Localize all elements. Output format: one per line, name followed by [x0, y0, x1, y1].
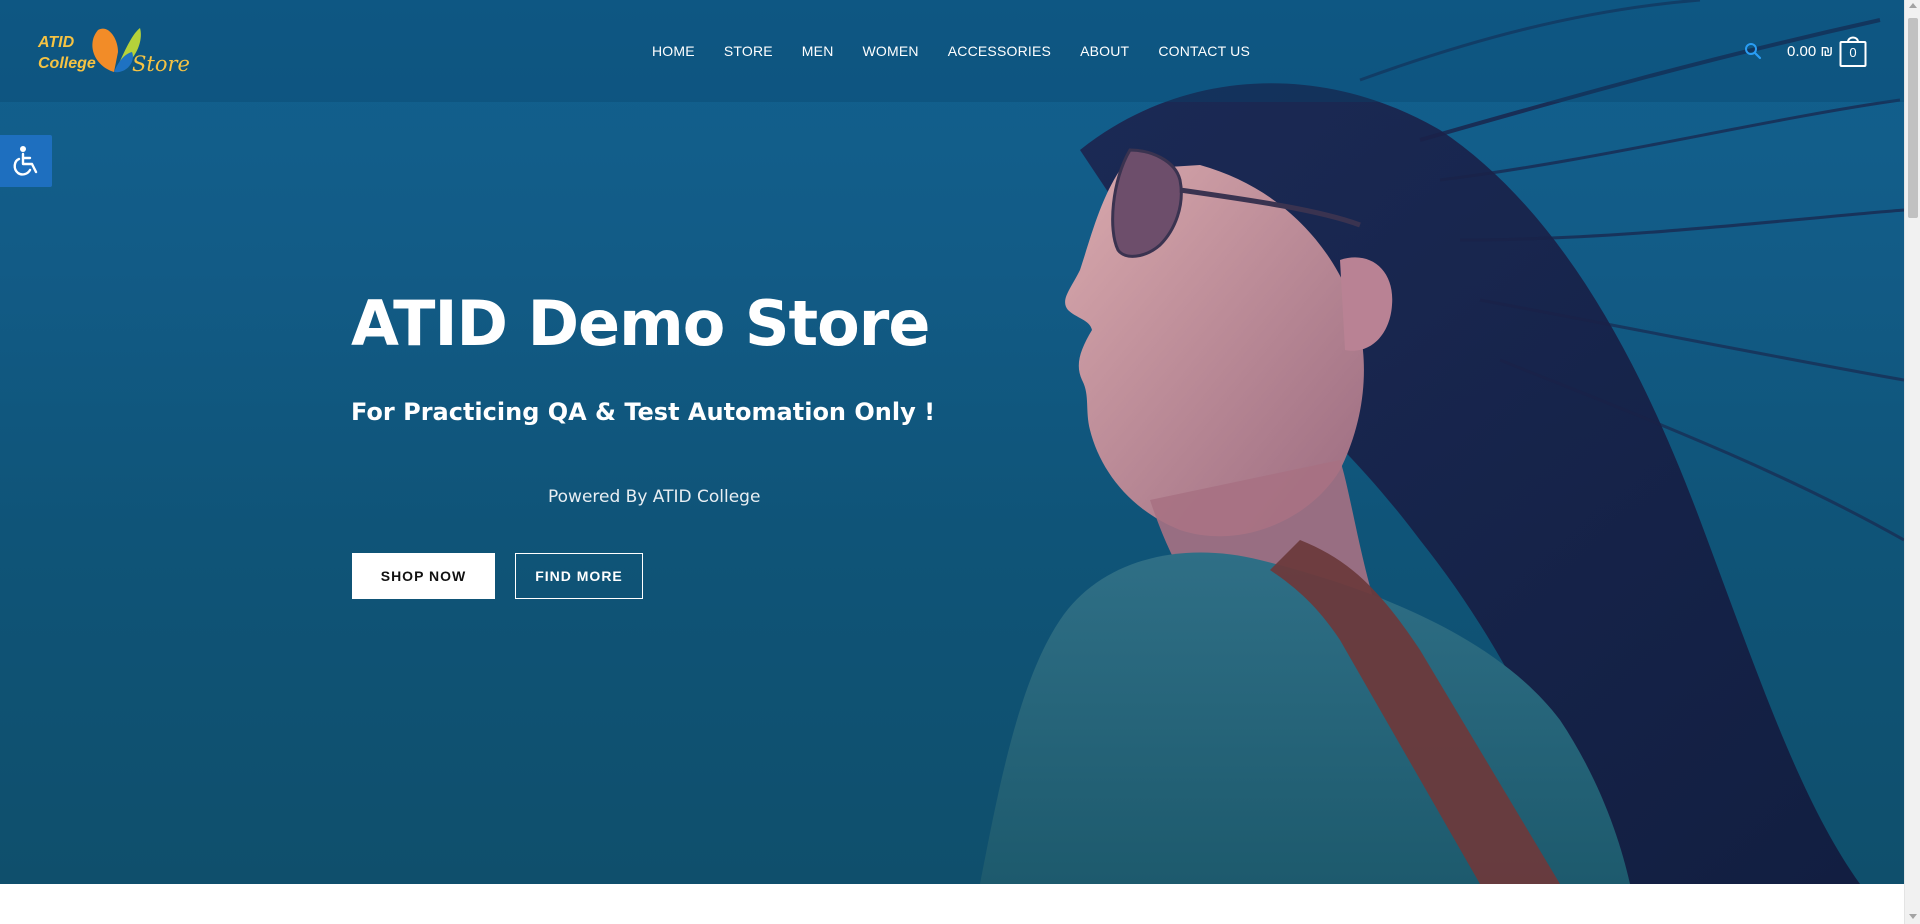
hero-subtitle: For Practicing QA & Test Automation Only…: [351, 398, 936, 426]
scroll-up-arrow-icon[interactable]: [1909, 3, 1917, 8]
logo-text-store: Store: [132, 52, 190, 76]
site-header: ATID College Store HOME STORE MEN WOMEN …: [0, 0, 1904, 102]
site-logo[interactable]: ATID College Store: [36, 22, 196, 82]
cart-count: 0: [1849, 45, 1857, 60]
cart-total[interactable]: 0.00 ₪: [1787, 43, 1833, 60]
nav-item-accessories[interactable]: ACCESSORIES: [948, 43, 1051, 59]
scrollbar-thumb[interactable]: [1908, 18, 1918, 218]
logo-text-atid: ATID: [38, 34, 75, 51]
nav-item-home[interactable]: HOME: [652, 43, 695, 59]
main-nav: HOME STORE MEN WOMEN ACCESSORIES ABOUT C…: [652, 0, 1250, 102]
hero-banner: ATID College Store HOME STORE MEN WOMEN …: [0, 0, 1904, 884]
logo-text-college: College: [38, 55, 96, 72]
nav-item-men[interactable]: MEN: [802, 43, 834, 59]
page-scrollbar[interactable]: [1904, 0, 1920, 924]
shop-now-button[interactable]: SHOP NOW: [352, 553, 495, 599]
find-more-button[interactable]: FIND MORE: [515, 553, 643, 599]
nav-item-women[interactable]: WOMEN: [863, 43, 919, 59]
hero-title: ATID Demo Store: [351, 287, 930, 360]
wheelchair-icon: [13, 146, 38, 176]
search-icon[interactable]: [1744, 42, 1762, 60]
accessibility-button[interactable]: [0, 135, 52, 187]
nav-item-contact-us[interactable]: CONTACT US: [1158, 43, 1250, 59]
hero-powered-by: Powered By ATID College: [548, 487, 761, 507]
nav-item-store[interactable]: STORE: [724, 43, 773, 59]
nav-item-about[interactable]: ABOUT: [1080, 43, 1129, 59]
scroll-down-arrow-icon[interactable]: [1909, 914, 1917, 919]
hero-woman-image: [980, 0, 1904, 884]
